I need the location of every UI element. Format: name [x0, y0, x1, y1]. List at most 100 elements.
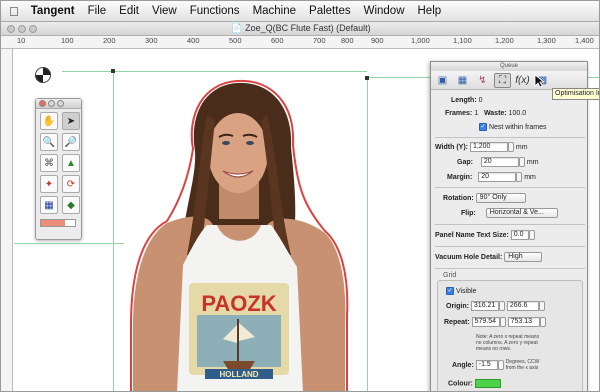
repeat-x-input[interactable]: 579.54	[471, 317, 500, 327]
close-palette-icon[interactable]	[39, 100, 46, 107]
width-dropdown[interactable]	[507, 142, 514, 152]
frames-row: Frames: 1 Waste: 100.0	[445, 110, 526, 117]
panel-text-input[interactable]: 0.0	[510, 230, 529, 240]
repeat-y-input[interactable]: 753.13	[507, 317, 540, 327]
colour-row: Colour:	[448, 379, 501, 388]
gap-input[interactable]: 20	[480, 157, 519, 167]
visible-label: Visible	[455, 287, 477, 295]
menu-app-name[interactable]: Tangent	[31, 5, 75, 17]
angle-label: Angle:	[452, 361, 474, 369]
person-image[interactable]: PAOZK HOLLAND	[127, 75, 351, 392]
origin-y-stepper[interactable]	[538, 301, 545, 311]
guide-line[interactable]	[113, 71, 114, 391]
angle-input[interactable]: -1.5	[475, 360, 498, 370]
origin-y-input[interactable]: 266.6	[506, 301, 539, 311]
frame-tool-icon[interactable]: ▦	[40, 196, 58, 214]
inspector-titlebar[interactable]: Queue	[431, 62, 587, 71]
menu-functions[interactable]: Functions	[190, 5, 240, 17]
zoom-palette-icon[interactable]	[57, 100, 64, 107]
flip-select[interactable]: Horizontal & Ve...	[485, 208, 558, 218]
gap-label: Gap:	[457, 158, 473, 166]
ruler-label: 1,100	[453, 36, 472, 45]
panel-text-row: Panel Name Text Size: 0.0	[435, 230, 535, 240]
menu-view[interactable]: View	[152, 5, 177, 17]
color-swatch[interactable]	[40, 219, 76, 227]
nest-inspector-icon[interactable]: ▣	[434, 73, 451, 88]
divider	[435, 268, 585, 269]
vacuum-select[interactable]: High	[504, 252, 543, 262]
vacuum-row: Vacuum Hole Detail: High	[435, 252, 543, 262]
fill-tool-icon[interactable]: ◆	[62, 196, 80, 214]
repeat-x-stepper[interactable]	[499, 317, 506, 327]
angle-stepper[interactable]	[497, 360, 504, 370]
nest-checkbox[interactable]: ✓	[479, 123, 487, 131]
repeat-y-stepper[interactable]	[539, 317, 546, 327]
ruler-label: 800	[341, 36, 354, 45]
width-row: Width (Y): 1,200 mm	[435, 142, 528, 152]
origin-label: Origin:	[446, 302, 469, 310]
horizontal-ruler[interactable]: 10 100 200 300 400 500 600 700 800 900 1…	[1, 36, 599, 49]
ruler-label: 100	[61, 36, 74, 45]
markers-tool-icon[interactable]: ✦	[40, 175, 58, 193]
grid-colour-well[interactable]	[474, 379, 501, 388]
visible-checkbox[interactable]: ✓	[446, 287, 454, 295]
angle-note: Degrees, CCW from the x axis	[505, 359, 540, 371]
tool-palette: ✋ ➤ 🔍 🔎 ⌘ ▲ ✦ ⟳ ▦ ◆	[35, 98, 82, 240]
select-arrow-icon[interactable]: ➤	[62, 112, 80, 130]
optimisation-inspector-icon[interactable]: ⛶	[494, 72, 511, 88]
minimize-palette-icon[interactable]	[48, 100, 55, 107]
optimisation-inspector-panel: Queue ▣ ▦ ↯ ⛶ f(x) ▩ Length: 0 Frames: 1…	[430, 61, 588, 391]
repeat-label: Repeat:	[444, 318, 470, 326]
apple-menu-icon[interactable]: 	[9, 4, 19, 19]
mouse-cursor-icon	[534, 74, 544, 88]
ruler-label: 700	[313, 36, 326, 45]
menu-file[interactable]: File	[88, 5, 107, 17]
waste-label: Waste:	[483, 110, 507, 117]
pin-tool-icon[interactable]: ▲	[62, 154, 80, 172]
origin-marker-icon[interactable]	[35, 67, 51, 83]
hand-tool-icon[interactable]: ✋	[40, 112, 58, 130]
guide-line[interactable]	[62, 71, 367, 72]
visible-row: ✓ Visible	[446, 287, 476, 295]
function-inspector-icon[interactable]: f(x)	[514, 73, 531, 88]
gap-dropdown[interactable]	[518, 157, 525, 167]
origin-x-stepper[interactable]	[498, 301, 505, 311]
menu-machine[interactable]: Machine	[253, 5, 296, 17]
zoom-in-icon[interactable]: 🔍	[40, 133, 58, 151]
frames-label: Frames:	[445, 110, 473, 117]
margin-dropdown[interactable]	[516, 172, 523, 182]
corner-handle[interactable]	[365, 76, 369, 80]
divider	[435, 246, 585, 247]
app-screen:  Tangent File Edit View Functions Machi…	[0, 0, 600, 392]
panel-text-stepper[interactable]	[528, 230, 535, 240]
menu-edit[interactable]: Edit	[119, 5, 139, 17]
tool-palette-titlebar[interactable]	[36, 99, 81, 109]
rotate-tool-icon[interactable]: ⟳	[62, 175, 80, 193]
gap-row: Gap: 20 mm	[457, 157, 539, 167]
guide-line[interactable]	[14, 243, 124, 244]
ruler-label: 500	[229, 36, 242, 45]
menu-palettes[interactable]: Palettes	[309, 5, 351, 17]
repeat-row: Repeat: 579.54 753.13	[444, 317, 546, 327]
grid-label: Grid	[443, 272, 457, 279]
layout-inspector-icon[interactable]: ▦	[454, 73, 471, 88]
rotation-label: Rotation:	[443, 194, 474, 202]
ruler-label: 900	[371, 36, 384, 45]
ruler-label: 200	[103, 36, 116, 45]
zoom-out-icon[interactable]: 🔎	[62, 133, 80, 151]
ruler-label: 1,000	[411, 36, 430, 45]
guide-line[interactable]	[367, 77, 368, 391]
origin-x-input[interactable]: 316.21	[470, 301, 499, 311]
knife-tool-icon[interactable]: ⌘	[40, 154, 58, 172]
rotation-select[interactable]: 90° Only	[475, 193, 526, 203]
vertical-ruler[interactable]	[1, 49, 13, 391]
corner-handle[interactable]	[111, 69, 115, 73]
width-input[interactable]: 1,200	[469, 142, 508, 152]
menu-help[interactable]: Help	[418, 5, 442, 17]
margin-input[interactable]: 20	[478, 172, 517, 182]
repeat-note: Note: A zero x repeat means no columns. …	[476, 334, 540, 352]
flip-label: Flip:	[461, 209, 476, 217]
menu-window[interactable]: Window	[364, 5, 405, 17]
stitch-inspector-icon[interactable]: ↯	[474, 73, 491, 88]
width-unit: mm	[515, 143, 528, 151]
